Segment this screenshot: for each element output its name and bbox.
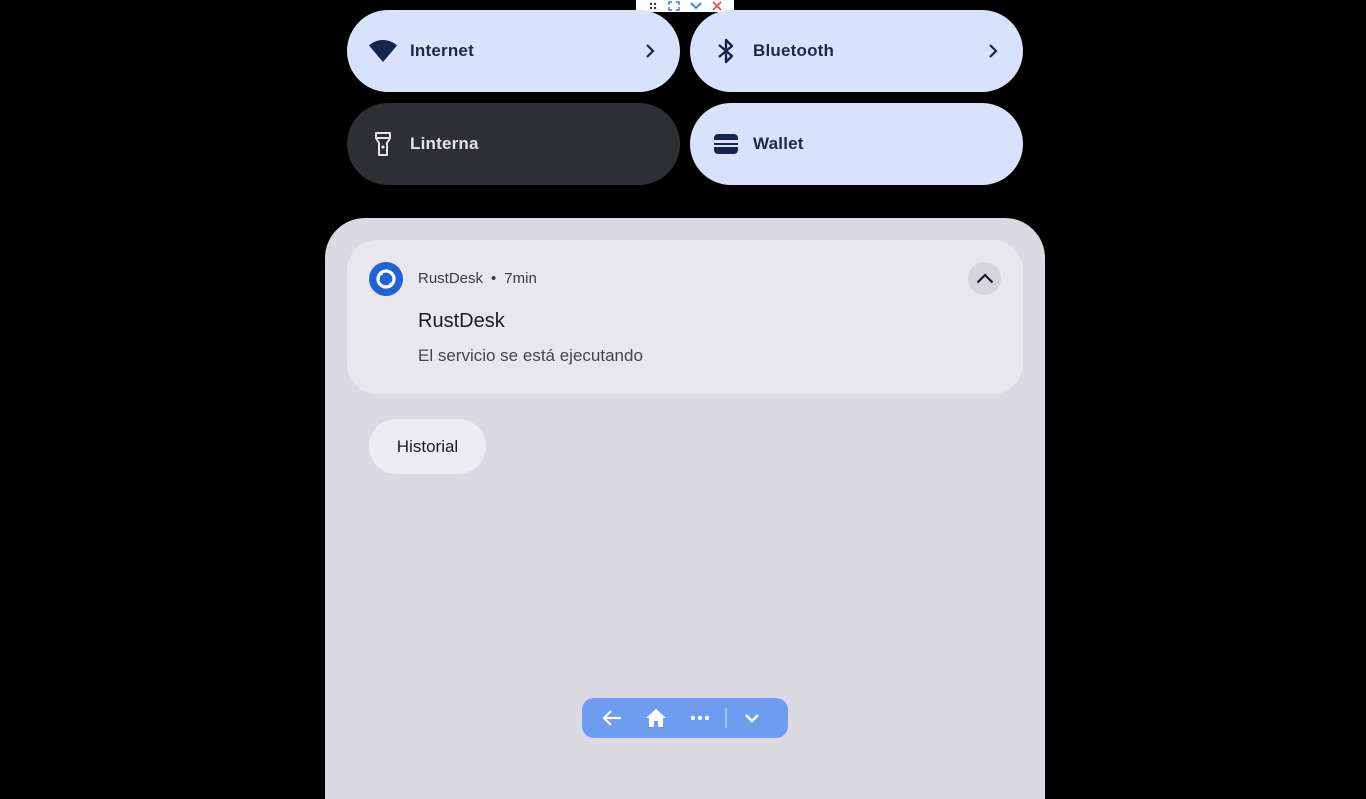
- tile-linterna-label: Linterna: [410, 134, 479, 153]
- tile-bluetooth-label: Bluetooth: [753, 41, 835, 60]
- rustdesk-app-icon: [369, 262, 403, 296]
- fullscreen-icon[interactable]: [667, 0, 681, 12]
- tile-linterna[interactable]: Linterna: [347, 103, 680, 185]
- notification-title: RustDesk: [418, 310, 505, 332]
- tile-wallet-label: Wallet: [753, 134, 804, 153]
- floating-nav-bar: [582, 698, 788, 738]
- chevron-right-icon[interactable]: [983, 41, 1003, 61]
- bluetooth-icon: [711, 36, 741, 66]
- notification-card[interactable]: RustDesk • 7min RustDesk El servicio se …: [347, 240, 1023, 394]
- notification-time: 7min: [504, 270, 537, 287]
- notification-header: RustDesk • 7min: [418, 270, 537, 287]
- chevron-up-icon: [976, 273, 993, 284]
- tile-bluetooth[interactable]: Bluetooth: [690, 10, 1023, 92]
- screen: Internet Bluetooth Linterna Wallet RustD…: [0, 0, 1366, 799]
- back-icon[interactable]: [590, 698, 634, 738]
- history-button[interactable]: Historial: [369, 419, 486, 474]
- flashlight-icon: [368, 129, 398, 159]
- more-icon[interactable]: [678, 698, 722, 738]
- collapse-button[interactable]: [968, 262, 1001, 295]
- notification-body: El servicio se está ejecutando: [418, 346, 643, 365]
- home-icon[interactable]: [634, 698, 678, 738]
- tile-wallet[interactable]: Wallet: [690, 103, 1023, 185]
- tile-internet-label: Internet: [410, 41, 474, 60]
- notification-separator: •: [491, 270, 497, 287]
- chevron-down-icon[interactable]: [730, 698, 774, 738]
- chevron-down-icon[interactable]: [689, 0, 703, 12]
- remote-toolbar: [636, 0, 734, 12]
- notification-app-name: RustDesk: [418, 270, 484, 287]
- wifi-icon: [368, 36, 398, 66]
- tile-internet[interactable]: Internet: [347, 10, 680, 92]
- wallet-icon: [711, 129, 741, 159]
- chevron-right-icon[interactable]: [640, 41, 660, 61]
- nav-separator: [725, 708, 727, 728]
